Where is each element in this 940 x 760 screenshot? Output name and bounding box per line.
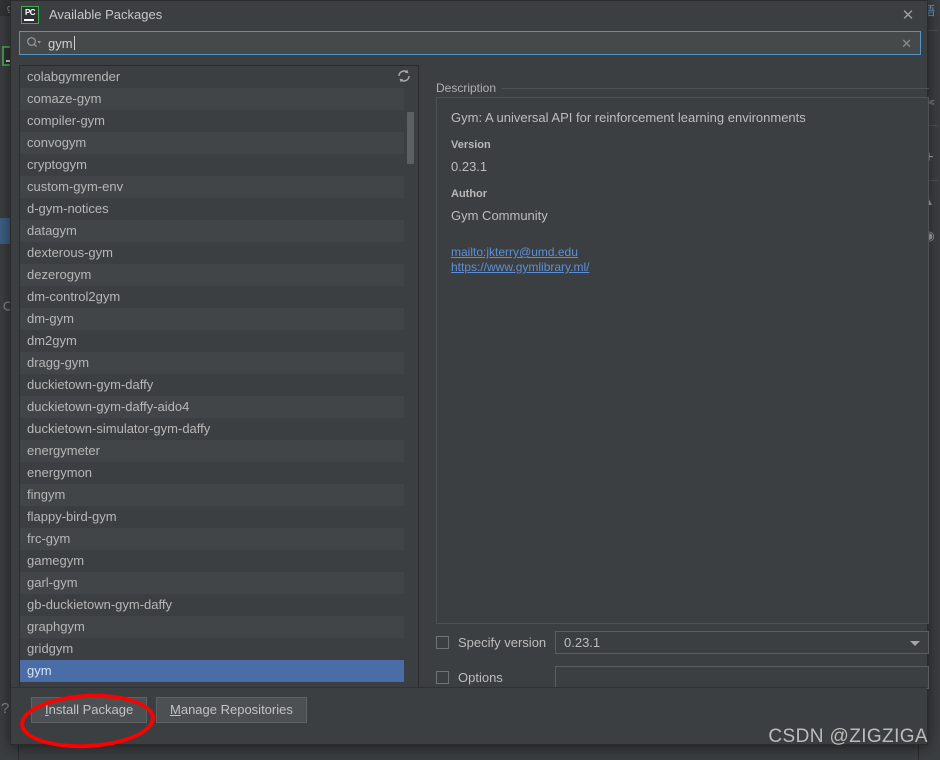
list-item[interactable]: garl-gym bbox=[20, 572, 404, 594]
list-item[interactable]: fingym bbox=[20, 484, 404, 506]
list-item[interactable]: energymeter bbox=[20, 440, 404, 462]
version-dropdown[interactable]: 0.23.1 bbox=[555, 631, 929, 654]
package-links: mailto:jkterry@umd.edu https://www.gymli… bbox=[451, 245, 914, 275]
options-row[interactable]: Options bbox=[436, 670, 503, 685]
manage-label-rest: anage Repositories bbox=[180, 702, 293, 717]
list-item[interactable]: dm-control2gym bbox=[20, 286, 404, 308]
search-value: gym bbox=[48, 35, 73, 51]
specify-version-label: Specify version bbox=[458, 635, 547, 650]
specify-version-checkbox[interactable] bbox=[436, 636, 449, 649]
description-label: Description bbox=[436, 81, 503, 95]
pycharm-icon: PC bbox=[21, 6, 39, 24]
list-item[interactable]: duckietown-gym-daffy bbox=[20, 374, 404, 396]
list-item[interactable]: dm-gym bbox=[20, 308, 404, 330]
close-icon[interactable]: ✕ bbox=[899, 7, 917, 25]
list-item[interactable]: datagym bbox=[20, 220, 404, 242]
package-homepage-link[interactable]: https://www.gymlibrary.ml/ bbox=[451, 260, 914, 275]
description-panel: Gym: A universal API for reinforcement l… bbox=[436, 97, 929, 624]
manage-repositories-button[interactable]: Manage Repositories bbox=[156, 697, 307, 723]
description-separator bbox=[436, 88, 929, 89]
author-label: Author bbox=[451, 188, 488, 200]
specify-version-row[interactable]: Specify version bbox=[436, 635, 546, 650]
search-icon[interactable] bbox=[26, 36, 42, 50]
list-item[interactable]: colabgymrender bbox=[20, 66, 404, 88]
dialog-titlebar: PC Available Packages ✕ bbox=[11, 1, 927, 31]
list-item[interactable]: energymon bbox=[20, 462, 404, 484]
list-item[interactable]: duckietown-simulator-gym-daffy bbox=[20, 418, 404, 440]
manage-mnemonic: M bbox=[170, 702, 181, 717]
package-email-link[interactable]: mailto:jkterry@umd.edu bbox=[451, 245, 914, 260]
search-input[interactable]: gym ✕ bbox=[19, 31, 921, 55]
options-input[interactable] bbox=[555, 666, 929, 689]
scrollbar-thumb[interactable] bbox=[407, 112, 414, 164]
list-item[interactable]: comaze-gym bbox=[20, 88, 404, 110]
options-label: Options bbox=[458, 670, 503, 685]
list-item[interactable]: compiler-gym bbox=[20, 110, 404, 132]
list-item[interactable]: convogym bbox=[20, 132, 404, 154]
options-checkbox[interactable] bbox=[436, 671, 449, 684]
version-label: Version bbox=[451, 139, 491, 151]
list-item[interactable]: d-gym-notices bbox=[20, 198, 404, 220]
dialog-title: Available Packages bbox=[49, 7, 163, 22]
list-item[interactable]: flappy-bird-gym bbox=[20, 506, 404, 528]
list-item[interactable]: dm2gym bbox=[20, 330, 404, 352]
list-item[interactable]: cryptogym bbox=[20, 154, 404, 176]
list-item[interactable]: gym bbox=[20, 660, 404, 682]
clear-icon[interactable]: ✕ bbox=[901, 36, 912, 52]
list-item[interactable]: gb-duckietown-gym-daffy bbox=[20, 594, 404, 616]
install-label-rest: nstall Package bbox=[48, 702, 134, 717]
screen: g ? 語 ✄ + ▲ ◉ PC Available Pack bbox=[0, 0, 940, 760]
chevron-down-icon[interactable] bbox=[910, 641, 920, 646]
list-item[interactable]: graphgym bbox=[20, 616, 404, 638]
install-package-button[interactable]: Install Package bbox=[31, 697, 148, 723]
list-item[interactable]: custom-gym-env bbox=[20, 176, 404, 198]
list-item[interactable]: dexterous-gym bbox=[20, 242, 404, 264]
version-dropdown-value: 0.23.1 bbox=[564, 635, 601, 650]
list-item[interactable]: gridgym bbox=[20, 638, 404, 660]
available-packages-dialog: PC Available Packages ✕ gym ✕ colabgymre… bbox=[10, 0, 929, 745]
list-item[interactable]: frc-gym bbox=[20, 528, 404, 550]
list-item[interactable]: dragg-gym bbox=[20, 352, 404, 374]
author-value: Gym Community bbox=[451, 208, 548, 223]
text-caret bbox=[73, 36, 75, 50]
help-icon[interactable]: ? bbox=[1, 700, 9, 717]
list-scrollbar[interactable] bbox=[404, 66, 417, 688]
package-list-items[interactable]: colabgymrender comaze-gym compiler-gym conv… bbox=[20, 66, 404, 688]
version-value: 0.23.1 bbox=[451, 159, 488, 174]
list-item[interactable]: duckietown-gym-daffy-aido4 bbox=[20, 396, 404, 418]
watermark: CSDN @ZIGZIGA bbox=[768, 726, 928, 747]
refresh-icon[interactable] bbox=[396, 68, 414, 86]
list-item[interactable]: gamegym bbox=[20, 550, 404, 572]
package-list[interactable]: colabgymrender comaze-gym compiler-gym conv… bbox=[19, 65, 419, 689]
package-summary: Gym: A universal API for reinforcement l… bbox=[451, 110, 806, 125]
list-item[interactable]: dezerogym bbox=[20, 264, 404, 286]
